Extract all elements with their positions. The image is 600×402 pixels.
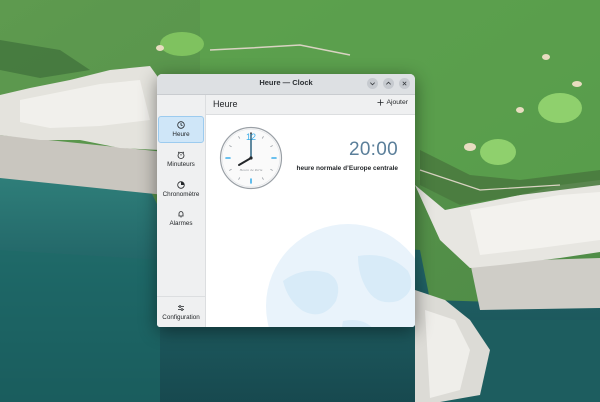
sidebar-item-label: Alarmes bbox=[169, 220, 193, 227]
clock-window: Heure — Clock Heure Minuteurs Chronomètr… bbox=[157, 74, 415, 327]
close-button[interactable] bbox=[399, 78, 410, 89]
clock-icon bbox=[177, 121, 185, 129]
sidebar-item-label: Chronomètre bbox=[162, 191, 200, 198]
sidebar-item-label: Configuration bbox=[162, 314, 200, 321]
sidebar-item-minuteurs[interactable]: Minuteurs bbox=[159, 147, 203, 172]
analog-clock: 12 Heure de Paris bbox=[219, 126, 283, 190]
sidebar: Heure Minuteurs Chronomètre Alarmes Conf… bbox=[157, 95, 206, 327]
sidebar-item-chronometre[interactable]: Chronomètre bbox=[159, 177, 203, 202]
bell-icon bbox=[178, 211, 184, 218]
maximize-button[interactable] bbox=[383, 78, 394, 89]
chevron-down-icon bbox=[370, 82, 375, 86]
sidebar-item-label: Minuteurs bbox=[167, 161, 195, 168]
close-icon bbox=[402, 81, 407, 86]
add-button[interactable]: Ajouter bbox=[377, 99, 408, 106]
title-bar[interactable]: Heure — Clock bbox=[157, 74, 415, 95]
sidebar-item-alarmes[interactable]: Alarmes bbox=[159, 206, 203, 231]
sidebar-item-configuration[interactable]: Configuration bbox=[159, 300, 203, 325]
plus-icon bbox=[377, 99, 385, 106]
sidebar-item-heure[interactable]: Heure bbox=[158, 116, 204, 143]
clock-face-text: Heure de Paris bbox=[239, 168, 263, 172]
page-title: Heure bbox=[213, 99, 238, 109]
globe-background-icon bbox=[266, 224, 415, 327]
settings-icon bbox=[178, 305, 184, 311]
timezone-label: heure normale d’Europe centrale bbox=[296, 165, 398, 172]
sidebar-item-label: Heure bbox=[172, 131, 190, 138]
timer-icon bbox=[177, 151, 185, 159]
minimize-button[interactable] bbox=[367, 78, 378, 89]
stopwatch-icon bbox=[177, 181, 185, 189]
add-button-label: Ajouter bbox=[386, 99, 408, 106]
main-content: Heure Ajouter Heure de Paris 20:00 heure… bbox=[206, 95, 415, 327]
sidebar-divider bbox=[157, 296, 205, 297]
chevron-up-icon bbox=[386, 81, 391, 85]
digital-time: 20:00 bbox=[348, 139, 398, 160]
content-header: Heure Ajouter bbox=[206, 95, 415, 115]
